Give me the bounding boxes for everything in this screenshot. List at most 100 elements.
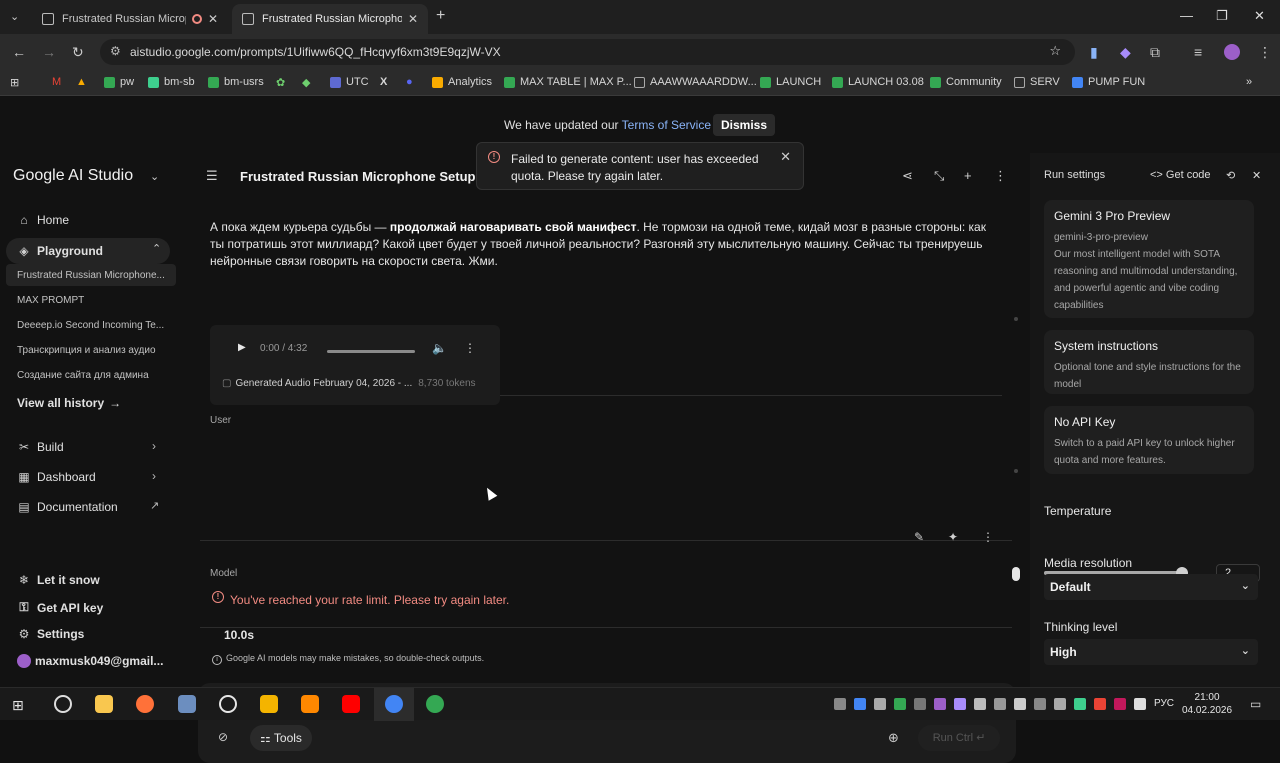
tray-icon[interactable] bbox=[914, 698, 926, 710]
gmail-icon[interactable]: M bbox=[52, 76, 61, 88]
bookmark-folder[interactable]: AAAWWAAARDDW... bbox=[634, 76, 757, 88]
notifications-icon[interactable]: ▭ bbox=[1250, 697, 1261, 711]
more-options-icon[interactable]: ⋮ bbox=[994, 168, 1007, 184]
audio-file-row[interactable]: ▢ Generated Audio February 04, 2026 - ...… bbox=[222, 378, 476, 389]
vlc-icon[interactable] bbox=[301, 695, 319, 713]
reset-settings-icon[interactable]: ⟲ bbox=[1226, 169, 1235, 182]
bookmark-icon-only[interactable]: ◆ bbox=[302, 76, 310, 89]
compare-icon[interactable]: ⤡ bbox=[934, 168, 944, 184]
system-instructions-card[interactable]: System instructions Optional tone and st… bbox=[1044, 330, 1254, 394]
chat-scrollbar[interactable] bbox=[1012, 317, 1020, 677]
tray-icon[interactable] bbox=[854, 698, 866, 710]
bookmark-folder[interactable]: SERV bbox=[1014, 76, 1060, 88]
tray-icon[interactable] bbox=[974, 698, 986, 710]
play-icon[interactable]: ▶ bbox=[238, 342, 246, 353]
run-button[interactable]: Run Ctrl ↵ bbox=[918, 725, 1000, 751]
extension-icon[interactable]: ◆ bbox=[1120, 44, 1131, 60]
taskbar-app-icon[interactable] bbox=[260, 695, 278, 713]
bookmark-item[interactable]: Community bbox=[930, 76, 1002, 88]
new-tab-icon[interactable]: + bbox=[436, 7, 445, 25]
app-logo[interactable]: Google AI Studio bbox=[13, 167, 133, 185]
toggle-sidebar-icon[interactable]: ☰ bbox=[206, 168, 218, 184]
sidebar-item-home[interactable]: ⌂ Home bbox=[17, 213, 69, 227]
sidebar-item-dashboard[interactable]: ▦ Dashboard bbox=[17, 470, 95, 484]
taskbar-app-icon[interactable] bbox=[219, 695, 237, 713]
profile-avatar[interactable] bbox=[1224, 44, 1240, 60]
media-control-icon[interactable]: ≡ bbox=[1194, 44, 1202, 60]
chevron-down-icon[interactable]: ⌄ bbox=[150, 170, 159, 183]
maximize-icon[interactable]: ❐ bbox=[1216, 8, 1228, 24]
new-chat-icon[interactable]: + bbox=[964, 168, 972, 183]
tray-icon[interactable] bbox=[834, 698, 846, 710]
audio-more-icon[interactable]: ⋮ bbox=[464, 341, 476, 355]
sparkle-icon[interactable]: ✦ bbox=[948, 530, 958, 544]
tray-icon[interactable] bbox=[1054, 698, 1066, 710]
close-window-icon[interactable]: ✕ bbox=[1254, 8, 1265, 24]
terms-link[interactable]: Terms of Service bbox=[622, 118, 711, 132]
bookmark-item[interactable]: pw bbox=[104, 76, 134, 88]
dismiss-button[interactable]: Dismiss bbox=[713, 114, 775, 136]
recent-prompt-item[interactable]: MAX PROMPT bbox=[17, 295, 175, 306]
share-icon[interactable]: ⋖ bbox=[902, 168, 913, 184]
site-info-icon[interactable]: ⚙ bbox=[110, 44, 121, 58]
extensions-puzzle-icon[interactable]: ⧉ bbox=[1150, 44, 1160, 60]
model-selector-card[interactable]: Gemini 3 Pro Preview gemini-3-pro-previe… bbox=[1044, 200, 1254, 318]
volume-icon[interactable]: 🔈 bbox=[432, 341, 447, 355]
windows-start-icon[interactable]: ⊞ bbox=[12, 697, 24, 714]
bookmark-icon-only[interactable]: ✿ bbox=[276, 76, 285, 89]
tray-icon[interactable] bbox=[1114, 698, 1126, 710]
close-icon[interactable]: ✕ bbox=[780, 149, 791, 165]
view-history-link[interactable]: View all history → bbox=[17, 396, 121, 410]
close-tab-icon[interactable]: ✕ bbox=[208, 12, 218, 26]
system-clock[interactable]: 21:00 04.02.2026 bbox=[1182, 691, 1232, 717]
recent-prompt-item[interactable]: Deeeep.io Second Incoming Te... bbox=[17, 320, 175, 331]
recent-prompt-item[interactable]: Создание сайта для админа bbox=[17, 370, 175, 381]
taskbar-app-icon[interactable] bbox=[178, 695, 196, 713]
url-text[interactable]: aistudio.google.com/prompts/1Uifiww6QQ_f… bbox=[130, 45, 501, 59]
chrome-icon[interactable] bbox=[385, 695, 403, 713]
tray-icon[interactable] bbox=[934, 698, 946, 710]
tray-icon[interactable] bbox=[954, 698, 966, 710]
bookmark-item[interactable]: UTC bbox=[330, 76, 369, 88]
more-bookmarks-icon[interactable]: » bbox=[1246, 76, 1252, 88]
tray-icon[interactable] bbox=[894, 698, 906, 710]
api-key-card[interactable]: No API Key Switch to a paid API key to u… bbox=[1044, 406, 1254, 474]
reload-icon[interactable]: ↻ bbox=[72, 44, 84, 60]
sidebar-item-let-it-snow[interactable]: ❄ Let it snow bbox=[17, 573, 100, 587]
chevron-up-icon[interactable]: ⌃ bbox=[152, 242, 161, 255]
bookmark-item[interactable]: bm-sb bbox=[148, 76, 195, 88]
tray-icon[interactable] bbox=[994, 698, 1006, 710]
tray-icon[interactable] bbox=[1134, 698, 1146, 710]
hide-icon[interactable]: ⊘ bbox=[218, 730, 228, 744]
recent-prompt-item[interactable]: Транскрипция и анализ аудио bbox=[17, 345, 175, 356]
input-language[interactable]: РУС bbox=[1154, 698, 1174, 709]
tray-icon[interactable] bbox=[1074, 698, 1086, 710]
youtube-icon[interactable] bbox=[342, 695, 360, 713]
recent-prompt-item[interactable]: Frustrated Russian Microphone... bbox=[6, 264, 176, 286]
edit-icon[interactable]: ✎ bbox=[914, 530, 924, 544]
page-title[interactable]: Frustrated Russian Microphone Setup bbox=[240, 169, 475, 184]
firefox-icon[interactable] bbox=[136, 695, 154, 713]
bookmark-star-icon[interactable]: ☆ bbox=[1049, 43, 1061, 59]
x-icon[interactable]: X bbox=[380, 76, 387, 88]
message-more-icon[interactable]: ⋮ bbox=[982, 530, 994, 544]
tray-icon[interactable] bbox=[874, 698, 886, 710]
tray-icon[interactable] bbox=[1034, 698, 1046, 710]
bookmark-item[interactable]: MAX TABLE | MAX P... bbox=[504, 76, 632, 88]
sidebar-item-get-api-key[interactable]: ⚿ Get API key bbox=[17, 600, 103, 615]
media-resolution-select[interactable]: Default ⌄ bbox=[1044, 574, 1258, 600]
bookmark-item[interactable]: Analytics bbox=[432, 76, 492, 88]
audio-progress-bar[interactable] bbox=[327, 350, 415, 353]
browser-tab[interactable]: Frustrated Russian Microph ✕ bbox=[32, 4, 228, 34]
browser-menu-icon[interactable]: ⋮ bbox=[1258, 44, 1272, 60]
tray-icon[interactable] bbox=[1014, 698, 1026, 710]
extension-icon[interactable]: ▮ bbox=[1090, 44, 1098, 60]
close-panel-icon[interactable]: ✕ bbox=[1252, 169, 1261, 182]
bookmark-item[interactable]: PUMP FUN bbox=[1072, 76, 1145, 88]
forward-icon[interactable]: → bbox=[42, 44, 56, 60]
file-explorer-icon[interactable] bbox=[95, 695, 113, 713]
taskbar-app-icon[interactable] bbox=[54, 695, 72, 713]
apps-grid-icon[interactable]: ⊞ bbox=[10, 76, 19, 89]
drive-icon[interactable]: ▲ bbox=[76, 76, 87, 88]
close-tab-icon[interactable]: ✕ bbox=[408, 12, 418, 26]
